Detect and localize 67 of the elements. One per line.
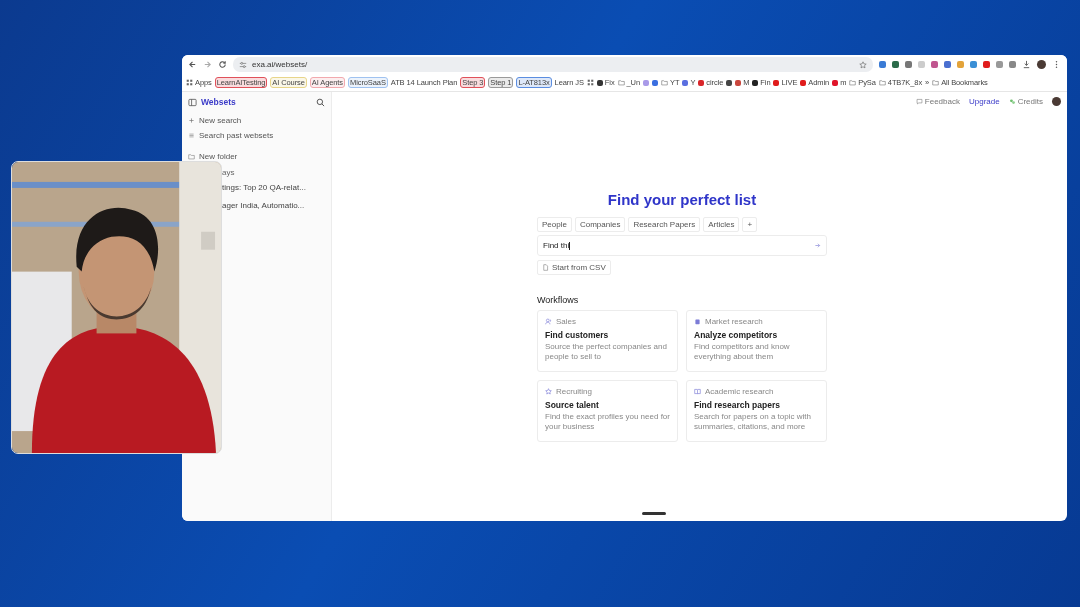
workflow-card[interactable]: Academic research Find research papers Search for papers on a topic with summaries, citations, and more bbox=[686, 380, 827, 442]
list-icon[interactable] bbox=[188, 132, 195, 139]
card-title: Find research papers bbox=[694, 400, 781, 410]
folder-icon[interactable] bbox=[878, 79, 886, 86]
user-avatar[interactable] bbox=[1052, 97, 1061, 106]
filter-chip[interactable]: Research Papers bbox=[628, 217, 701, 232]
filter-chip[interactable]: + bbox=[742, 217, 758, 232]
site-icon[interactable] bbox=[752, 79, 759, 86]
chat-icon[interactable] bbox=[915, 98, 923, 105]
credits-link[interactable]: Credits bbox=[1017, 97, 1043, 106]
card-category: Sales bbox=[556, 317, 576, 326]
reload-icon[interactable] bbox=[218, 60, 227, 69]
card-description: Find the exact profiles you need for your business bbox=[545, 412, 670, 432]
section-title: Workflows bbox=[537, 295, 580, 305]
card-description: Search for papers on a topic with summaries, citations, and more bbox=[694, 412, 812, 432]
coins-icon[interactable] bbox=[1008, 98, 1016, 105]
card-title: Find customers bbox=[545, 330, 610, 340]
grid-icon[interactable] bbox=[186, 79, 193, 86]
download-icon[interactable] bbox=[1022, 60, 1031, 69]
sidebar-item[interactable]: New folder bbox=[199, 152, 238, 161]
card-description: Find competitors and know everything about them bbox=[694, 342, 791, 362]
site-icon[interactable] bbox=[596, 79, 603, 86]
upgrade-link[interactable]: Upgrade bbox=[968, 97, 1000, 106]
folder-icon[interactable] bbox=[188, 153, 195, 160]
card-category: Market research bbox=[705, 317, 763, 326]
section-label: ays bbox=[222, 168, 236, 177]
folder-icon[interactable] bbox=[932, 79, 940, 86]
card-category: Academic research bbox=[705, 387, 774, 396]
profile-avatar[interactable] bbox=[1037, 60, 1046, 69]
tune-icon[interactable] bbox=[239, 60, 247, 69]
forward-icon[interactable] bbox=[203, 60, 212, 69]
star-icon bbox=[545, 388, 552, 395]
card-category: Recruiting bbox=[556, 387, 592, 396]
sidebar-item[interactable]: Search past websets bbox=[199, 131, 274, 140]
star-icon[interactable] bbox=[859, 60, 867, 69]
folder-icon[interactable] bbox=[849, 79, 857, 86]
folder-icon[interactable] bbox=[661, 79, 668, 86]
back-icon[interactable] bbox=[188, 60, 197, 69]
book-icon bbox=[694, 388, 701, 395]
person-icon bbox=[545, 318, 552, 325]
card-title: Analyze competitors bbox=[694, 330, 779, 340]
filter-chip[interactable]: Companies bbox=[574, 217, 626, 232]
sidebar-item[interactable]: New search bbox=[199, 116, 242, 125]
folder-icon[interactable] bbox=[617, 79, 625, 86]
plus-icon[interactable] bbox=[188, 117, 195, 124]
sidebar-title: Websets bbox=[201, 97, 236, 107]
card-title: Source talent bbox=[545, 400, 600, 410]
card-description: Source the perfect companies and people to sell to bbox=[545, 342, 668, 362]
file-icon bbox=[542, 264, 549, 271]
search-field[interactable]: Find thi bbox=[537, 235, 827, 256]
arrow-icon[interactable] bbox=[814, 242, 821, 249]
workflow-card[interactable]: Recruiting Source talent Find the exact profiles you need for your business bbox=[537, 380, 678, 442]
address-bar[interactable]: exa.ai/websets/ bbox=[233, 57, 873, 72]
filter-chip[interactable]: People bbox=[537, 217, 572, 232]
filter-chip[interactable]: Articles bbox=[703, 217, 740, 232]
history-item[interactable]: ager India, Automatio... bbox=[222, 201, 325, 210]
page-title: Find your perfect list bbox=[606, 191, 758, 208]
site-icon[interactable] bbox=[726, 79, 733, 86]
feedback-link[interactable]: Feedback bbox=[924, 97, 960, 106]
search-icon[interactable] bbox=[316, 97, 325, 107]
csv-button[interactable]: Start from CSV bbox=[537, 260, 611, 275]
grid-icon[interactable] bbox=[586, 79, 594, 86]
sidebar-icon[interactable] bbox=[188, 97, 197, 107]
history-item[interactable]: tings: Top 20 QA-relat... bbox=[222, 183, 325, 192]
workflow-card[interactable]: Sales Find customers Source the perfect companies and people to sell to bbox=[537, 310, 678, 372]
drag-handle[interactable] bbox=[642, 512, 666, 515]
workflow-card[interactable]: Market research Analyze competitors Find competitors and know everything about them bbox=[686, 310, 827, 372]
